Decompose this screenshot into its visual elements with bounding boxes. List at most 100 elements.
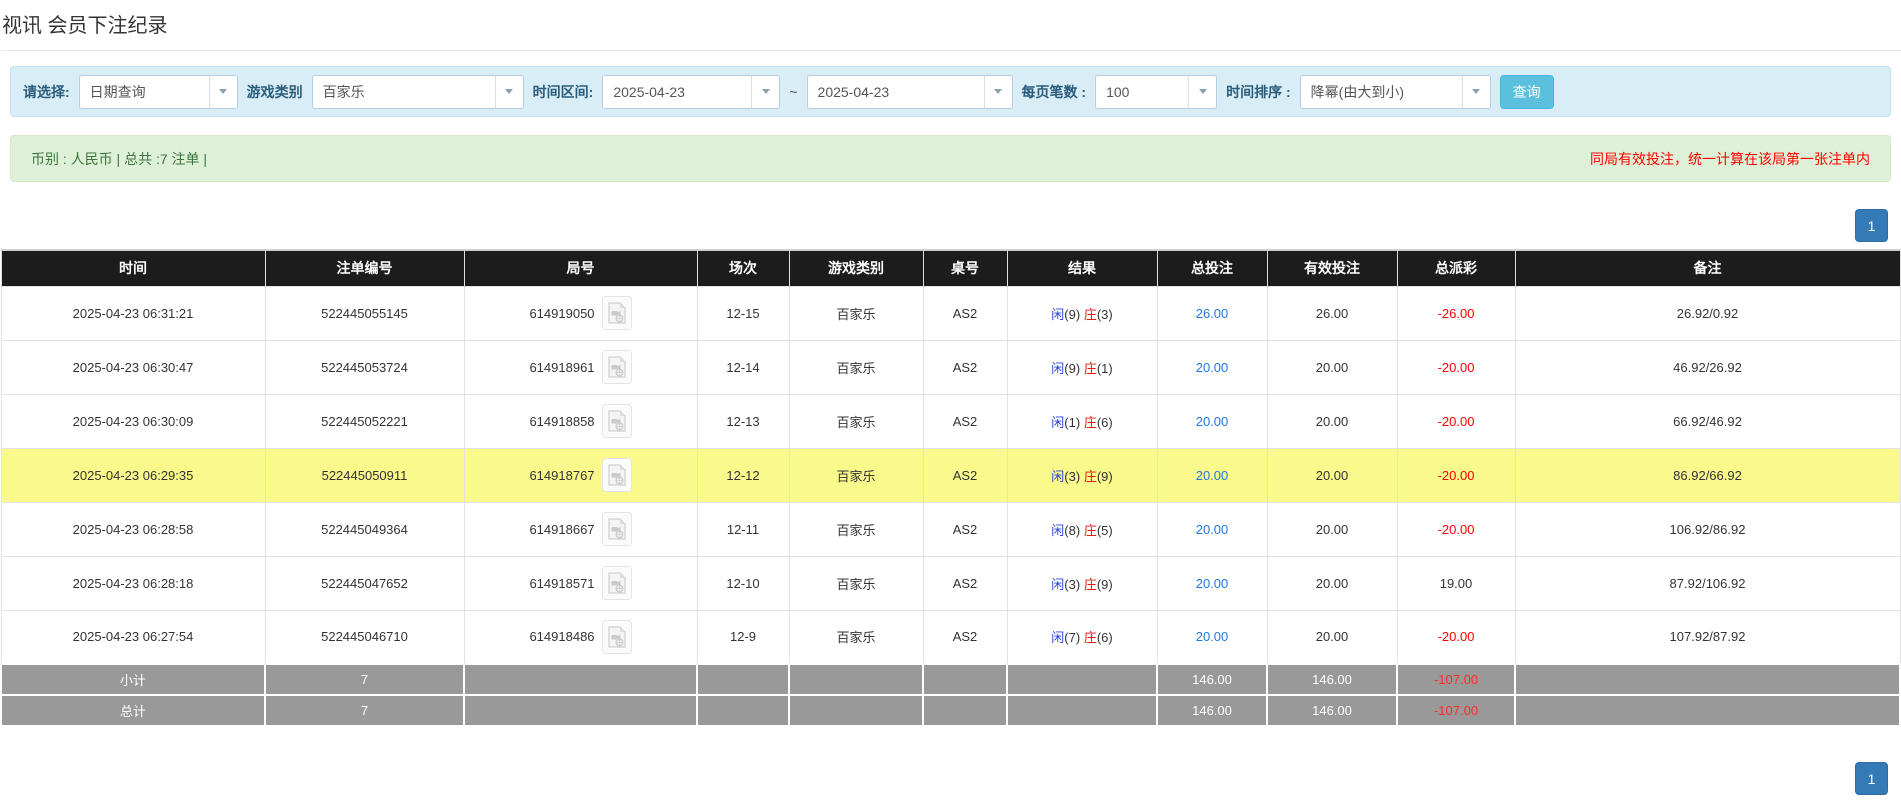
result-cell: 闲(3) 庄(9) xyxy=(1006,447,1158,503)
total-bet-link[interactable]: 20.00 xyxy=(1156,447,1268,503)
video-replay-button[interactable] xyxy=(601,458,632,492)
table-no-cell: AS2 xyxy=(922,501,1008,557)
session-cell: 12-15 xyxy=(696,285,790,341)
chevron-down-icon[interactable] xyxy=(751,75,779,108)
valid-bet-cell: 20.00 xyxy=(1266,609,1398,665)
round-no-cell: 614918961 xyxy=(463,339,698,395)
query-type-select[interactable]: 日期查询 xyxy=(78,74,238,109)
total-bet-no-cell: 7 xyxy=(264,694,465,727)
page-button[interactable]: 1 xyxy=(1855,762,1888,795)
result-banker-score: (6) xyxy=(1096,630,1113,646)
time-cell: 2025-04-23 06:28:18 xyxy=(0,555,266,611)
table-footer: 小计 7 146.00 146.00 -107.00 总计 7 146.00 146.00 -10… xyxy=(0,663,1901,727)
total-bet-link[interactable]: 20.00 xyxy=(1156,555,1268,611)
round-no-value: 614918858 xyxy=(529,413,595,429)
pagination-top: 1 xyxy=(0,209,1901,242)
round-no-cell: 614918767 xyxy=(463,447,698,503)
video-replay-button[interactable] xyxy=(601,350,632,384)
payout-cell: -20.00 xyxy=(1396,393,1516,449)
total-bet-link[interactable]: 20.00 xyxy=(1156,609,1268,665)
total-row: 总计 7 146.00 146.00 -107.00 xyxy=(0,694,1901,727)
page-button[interactable]: 1 xyxy=(1855,209,1888,242)
result-banker-score: (9) xyxy=(1096,576,1113,592)
video-replay-button[interactable] xyxy=(601,512,632,546)
result-banker-score: (3) xyxy=(1096,306,1113,322)
bet-no-cell: 522445055145 xyxy=(264,285,465,341)
total-round-no-cell xyxy=(463,694,698,727)
payout-cell: -26.00 xyxy=(1396,285,1516,341)
page-size-label: 每页笔数 : xyxy=(1021,83,1087,100)
video-replay-button[interactable] xyxy=(601,619,632,654)
page-size-select[interactable]: 100 xyxy=(1095,74,1218,109)
date-from-select[interactable]: 2025-04-23 xyxy=(602,74,781,109)
table-row: 2025-04-23 06:31:21 522445055145 614919050… xyxy=(0,285,1901,341)
date-from-value: 2025-04-23 xyxy=(613,83,685,100)
session-cell: 12-13 xyxy=(696,393,790,449)
total-bet-link[interactable]: 26.00 xyxy=(1156,285,1268,341)
column-header-total-bet: 总投注 xyxy=(1156,249,1268,287)
search-button[interactable]: 查询 xyxy=(1499,74,1554,109)
round-no-value: 614918767 xyxy=(529,467,595,483)
session-cell: 12-9 xyxy=(696,609,790,665)
round-no-value: 614918667 xyxy=(529,521,595,537)
chevron-down-icon[interactable] xyxy=(208,75,237,108)
total-bet-link[interactable]: 20.00 xyxy=(1156,339,1268,395)
table-row: 2025-04-23 06:30:09 522445052221 614918858… xyxy=(0,393,1901,449)
game-type-cell: 百家乐 xyxy=(788,501,924,557)
remark-cell: 26.92/0.92 xyxy=(1514,285,1901,341)
column-header-valid-bet: 有效投注 xyxy=(1266,249,1398,287)
valid-bet-cell: 26.00 xyxy=(1266,285,1398,341)
chevron-down-icon[interactable] xyxy=(1461,75,1490,108)
result-banker-score: (1) xyxy=(1096,360,1113,376)
total-game-type-cell xyxy=(788,694,924,727)
time-cell: 2025-04-23 06:28:58 xyxy=(0,501,266,557)
chevron-down-icon[interactable] xyxy=(983,75,1012,108)
column-header-bet-no: 注单编号 xyxy=(264,249,465,287)
remark-cell: 87.92/106.92 xyxy=(1514,555,1901,611)
total-bet-link[interactable]: 20.00 xyxy=(1156,393,1268,449)
total-bet-link[interactable]: 20.00 xyxy=(1156,501,1268,557)
query-type-label: 请选择: xyxy=(23,83,70,100)
video-replay-icon xyxy=(607,356,626,378)
video-replay-button[interactable] xyxy=(601,404,632,438)
payout-cell: -20.00 xyxy=(1396,339,1516,395)
time-sort-select[interactable]: 降幂(由大到小) xyxy=(1299,74,1491,109)
result-player: 闲 xyxy=(1051,414,1065,430)
time-cell: 2025-04-23 06:27:54 xyxy=(0,609,266,665)
game-type-cell: 百家乐 xyxy=(788,609,924,665)
result-banker: 庄 xyxy=(1083,360,1097,376)
session-cell: 12-10 xyxy=(696,555,790,611)
chevron-down-icon[interactable] xyxy=(494,75,523,108)
video-replay-icon xyxy=(607,410,626,432)
result-banker: 庄 xyxy=(1083,468,1097,484)
result-player: 闲 xyxy=(1051,576,1065,592)
bet-no-cell: 522445053724 xyxy=(264,339,465,395)
result-banker: 庄 xyxy=(1083,576,1097,592)
result-player-score: (3) xyxy=(1064,576,1081,592)
table-row: 2025-04-23 06:29:35 522445050911 614918767… xyxy=(0,447,1901,503)
date-to-select[interactable]: 2025-04-23 xyxy=(806,74,1013,109)
bet-no-cell: 522445052221 xyxy=(264,393,465,449)
query-type-value: 日期查询 xyxy=(89,83,146,100)
result-banker-score: (6) xyxy=(1096,414,1113,430)
total-remark-cell xyxy=(1514,694,1901,727)
table-no-cell: AS2 xyxy=(922,285,1008,341)
subtotal-payout-cell: -107.00 xyxy=(1396,663,1516,696)
column-header-session: 场次 xyxy=(696,249,790,287)
subtotal-total-bet-cell: 146.00 xyxy=(1156,663,1268,696)
game-type-label: 游戏类别 xyxy=(246,83,303,100)
chevron-down-icon[interactable] xyxy=(1188,75,1216,108)
time-cell: 2025-04-23 06:30:47 xyxy=(0,339,266,395)
table-row: 2025-04-23 06:28:58 522445049364 614918667… xyxy=(0,501,1901,557)
video-replay-button[interactable] xyxy=(601,566,632,600)
page-header: 视讯 会员下注纪录 xyxy=(0,0,1901,51)
round-no-value: 614918486 xyxy=(529,629,595,645)
video-replay-button[interactable] xyxy=(601,296,632,330)
game-type-cell: 百家乐 xyxy=(788,393,924,449)
column-header-round-no: 局号 xyxy=(463,249,698,287)
table-no-cell: AS2 xyxy=(922,447,1008,503)
game-type-cell: 百家乐 xyxy=(788,447,924,503)
bet-no-cell: 522445050911 xyxy=(264,447,465,503)
game-type-select[interactable]: 百家乐 xyxy=(311,74,524,109)
total-time-cell: 总计 xyxy=(0,694,266,727)
